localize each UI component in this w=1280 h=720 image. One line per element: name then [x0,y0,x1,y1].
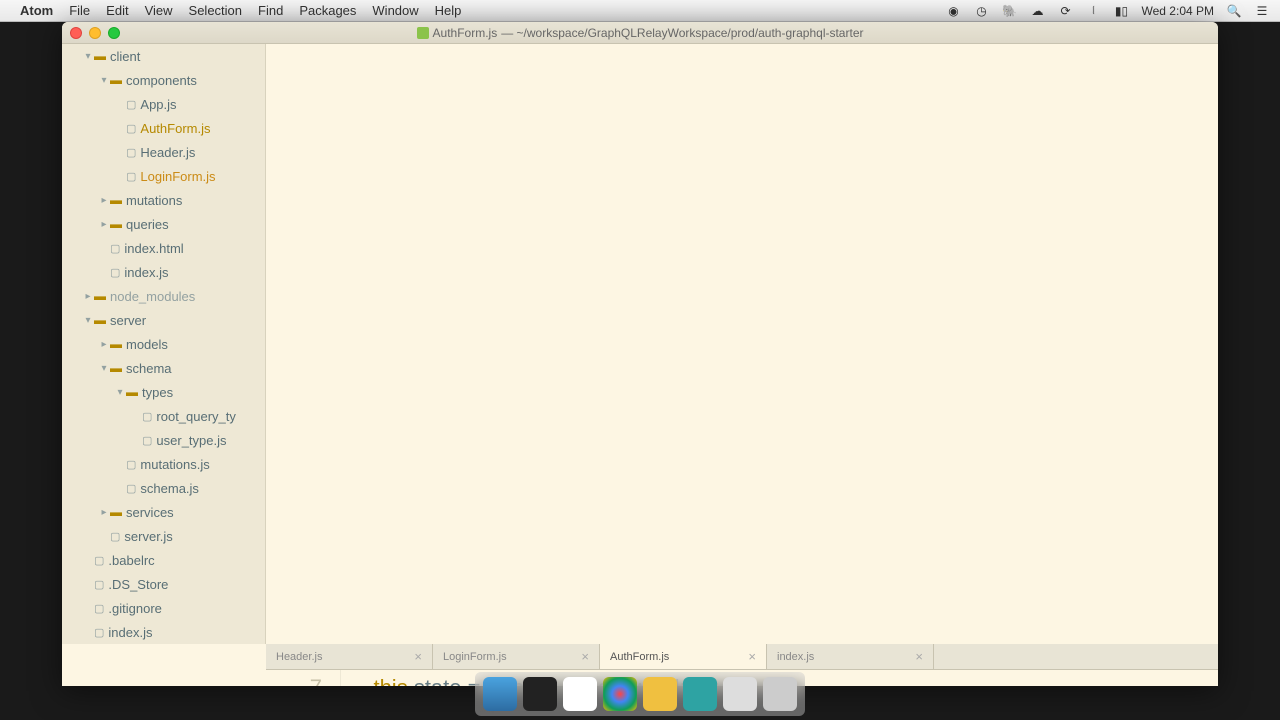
close-tab-icon[interactable]: × [915,649,923,664]
tab-bar: Header.js×LoginForm.js×AuthForm.js×index… [266,644,1218,670]
app-icon-2[interactable] [683,677,717,711]
timer-icon[interactable]: ◷ [974,4,990,18]
spotlight-icon[interactable]: 🔍 [1226,4,1242,18]
gutter: 7891011121314151617181920212223 [266,670,341,686]
tree-item[interactable]: ▢index.js [62,620,265,644]
tab-LoginForm-js[interactable]: LoginForm.js× [433,644,600,669]
file-icon: ▢ [110,266,120,279]
mac-menubar: Atom File Edit View Selection Find Packa… [0,0,1280,22]
finder-icon[interactable] [483,677,517,711]
tree-item[interactable]: ▢index.js [62,260,265,284]
chrome-icon[interactable] [603,677,637,711]
tree-item[interactable]: ▾▬components [62,68,265,92]
tree-item[interactable]: ▢root_query_ty [62,404,265,428]
wifi-icon[interactable]: ⧙ [1086,3,1102,18]
menu-packages[interactable]: Packages [299,3,356,18]
tab-Header-js[interactable]: Header.js× [266,644,433,669]
file-icon: ▢ [142,410,152,423]
app-icon-1[interactable] [643,677,677,711]
editor-window: AuthForm.js — ~/workspace/GraphQLRelayWo… [62,22,1218,686]
file-icon: ▢ [142,434,152,447]
dock[interactable] [475,672,805,716]
preview-icon[interactable] [723,677,757,711]
tree-item[interactable]: ▢.DS_Store [62,572,265,596]
battery-icon[interactable]: ▮▯ [1114,4,1130,18]
tree-item[interactable]: ▢LoginForm.js [62,164,265,188]
maximize-window-button[interactable] [108,27,120,39]
folder-icon: ▬ [94,313,106,327]
close-window-button[interactable] [70,27,82,39]
file-icon: ▢ [126,98,136,111]
cloud-icon[interactable]: ☁ [1030,4,1046,18]
file-icon: ▢ [110,242,120,255]
file-icon: ▢ [94,602,104,615]
close-tab-icon[interactable]: × [748,649,756,664]
tree-item[interactable]: ▢user_type.js [62,428,265,452]
messages-icon[interactable] [563,677,597,711]
tree-item[interactable]: ▸▬queries [62,212,265,236]
tree-item[interactable]: ▢App.js [62,92,265,116]
titlebar[interactable]: AuthForm.js — ~/workspace/GraphQLRelayWo… [62,22,1218,44]
tab-AuthForm-js[interactable]: AuthForm.js× [600,644,767,669]
menu-selection[interactable]: Selection [189,3,242,18]
file-icon: ▢ [110,530,120,543]
tree-item[interactable]: ▸▬services [62,500,265,524]
tree-item[interactable]: ▾▬schema [62,356,265,380]
file-tree[interactable]: ▾▬auth-graphql-starter▾▬client▾▬componen… [62,22,266,644]
file-icon: ▢ [94,578,104,591]
close-tab-icon[interactable]: × [581,649,589,664]
tree-item[interactable]: ▢.babelrc [62,548,265,572]
tree-item[interactable]: ▸▬node_modules [62,284,265,308]
window-title: AuthForm.js — ~/workspace/GraphQLRelayWo… [417,26,864,40]
tree-item[interactable]: ▢schema.js [62,476,265,500]
menu-window[interactable]: Window [372,3,418,18]
file-icon: ▢ [126,458,136,471]
evernote-icon[interactable]: 🐘 [1002,4,1018,18]
file-icon: ▢ [94,626,104,639]
menu-view[interactable]: View [145,3,173,18]
folder-icon: ▬ [110,193,122,207]
tree-item[interactable]: ▾▬types [62,380,265,404]
folder-icon: ▬ [94,49,106,63]
folder-icon: ▬ [110,337,122,351]
folder-icon: ▬ [110,73,122,87]
tree-item[interactable]: ▢Header.js [62,140,265,164]
file-icon: ▢ [126,146,136,159]
tree-item[interactable]: ▢.gitignore [62,596,265,620]
tree-item[interactable]: ▢AuthForm.js [62,116,265,140]
folder-icon: ▬ [110,361,122,375]
tree-item[interactable]: ▾▬client [62,44,265,68]
tree-item[interactable]: ▾▬server [62,308,265,332]
tree-item[interactable]: ▢mutations.js [62,452,265,476]
tree-item[interactable]: ▸▬mutations [62,188,265,212]
file-icon: ▢ [126,122,136,135]
folder-icon: ▬ [110,505,122,519]
file-icon: ▢ [126,482,136,495]
menu-edit[interactable]: Edit [106,3,128,18]
menu-find[interactable]: Find [258,3,283,18]
tab-index-js[interactable]: index.js× [767,644,934,669]
clock[interactable]: Wed 2:04 PM [1142,4,1214,18]
menu-help[interactable]: Help [435,3,462,18]
terminal-icon[interactable] [523,677,557,711]
close-tab-icon[interactable]: × [414,649,422,664]
menu-file[interactable]: File [69,3,90,18]
minimize-window-button[interactable] [89,27,101,39]
folder-icon: ▬ [110,217,122,231]
tree-item[interactable]: ▢index.html [62,236,265,260]
sync-icon[interactable]: ⟳ [1058,4,1074,18]
menu-icon[interactable]: ☰ [1254,4,1270,18]
file-icon: ▢ [94,554,104,567]
app-menu[interactable]: Atom [20,3,53,18]
record-icon[interactable]: ◉ [946,4,962,18]
tree-item[interactable]: ▢server.js [62,524,265,548]
folder-icon: ▬ [94,289,106,303]
tree-item[interactable]: ▸▬models [62,332,265,356]
folder-icon: ▬ [126,385,138,399]
file-icon: ▢ [126,170,136,183]
trash-icon[interactable] [763,677,797,711]
js-file-icon [417,27,429,39]
